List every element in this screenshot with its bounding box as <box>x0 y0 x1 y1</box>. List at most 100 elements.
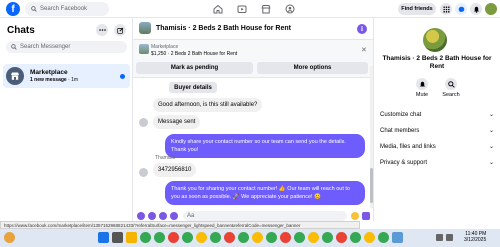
chat-members-label: Chat members <box>380 127 420 134</box>
taskbar-clock[interactable]: 11:40 PM 3/12/2025 <box>464 231 486 243</box>
messenger-search-input[interactable]: Search Messenger <box>6 41 127 53</box>
message-input[interactable]: Aa <box>183 211 347 221</box>
chats-sidebar: Chats Search Messenger Marketplace 1 new… <box>0 18 133 221</box>
sender-name: Thamisis <box>155 155 176 161</box>
weather-widget-icon[interactable] <box>4 232 15 243</box>
messenger-search-placeholder: Search Messenger <box>20 44 71 50</box>
info-icon[interactable]: i <box>357 24 367 34</box>
groups-icon[interactable] <box>278 3 302 15</box>
mark-as-pending-button[interactable]: Mark as pending <box>136 62 253 74</box>
mute-label: Mute <box>415 92 429 98</box>
home-icon[interactable] <box>206 3 230 15</box>
facebook-search-input[interactable]: Search Facebook <box>25 2 109 16</box>
more-options-icon[interactable] <box>96 24 108 36</box>
chrome-icon[interactable] <box>252 232 263 243</box>
taskbar-app-icon[interactable] <box>392 232 403 243</box>
conversation-panel: Thamisis · 2 Beds 2 Bath House for Rent … <box>133 18 373 221</box>
privacy-support-row[interactable]: Privacy & support ⌄ <box>380 159 494 167</box>
listing-banner-thumbnail <box>139 44 149 54</box>
notifications-bell-icon[interactable] <box>470 3 482 15</box>
video-icon[interactable] <box>230 3 254 15</box>
media-files-links-row[interactable]: Media, files and links ⌄ <box>380 143 494 151</box>
emoji-icon[interactable] <box>351 212 359 220</box>
listing-banner-label: Marketplace <box>151 44 179 50</box>
marketplace-shop-icon <box>6 67 24 85</box>
taskbar-search-icon[interactable] <box>112 232 123 243</box>
conversation-title[interactable]: Thamisis · 2 Beds 2 Bath House for Rent <box>156 25 291 32</box>
search-action[interactable]: Search <box>436 78 466 98</box>
chrome-icon[interactable] <box>154 232 165 243</box>
chevron-down-icon: ⌄ <box>488 112 494 118</box>
chrome-icon[interactable] <box>182 232 193 243</box>
chat-list-item-marketplace[interactable]: Marketplace 1 new message · 1m <box>3 64 130 88</box>
privacy-support-label: Privacy & support <box>380 159 428 166</box>
windows-taskbar <box>0 229 500 247</box>
messenger-icon[interactable] <box>455 3 467 15</box>
chevron-down-icon: ⌄ <box>488 128 494 134</box>
chrome-icon[interactable] <box>210 232 221 243</box>
buyer-details-button[interactable]: Buyer details <box>169 82 217 93</box>
listing-thumbnail[interactable] <box>139 22 151 34</box>
facebook-top-bar: f Search Facebook Find friends <box>0 0 500 18</box>
mute-action[interactable]: Mute <box>407 78 437 98</box>
chrome-icon[interactable] <box>196 232 207 243</box>
chrome-icon[interactable] <box>294 232 305 243</box>
search-icon <box>31 6 37 12</box>
message-list: Buyer details Good afternoon, is this st… <box>133 78 373 229</box>
message-incoming: Message sent <box>153 115 201 129</box>
chat-members-row[interactable]: Chat members ⌄ <box>380 127 494 135</box>
find-friends-button[interactable]: Find friends <box>398 3 436 15</box>
link-status-url: https://www.facebook.com/marketplace/ite… <box>0 221 360 229</box>
chrome-icon[interactable] <box>266 232 277 243</box>
facebook-search-placeholder: Search Facebook <box>40 6 88 12</box>
media-files-links-label: Media, files and links <box>380 143 436 150</box>
message-outgoing: Kindly share your contact number so our … <box>165 134 365 158</box>
facebook-logo[interactable]: f <box>6 2 20 16</box>
search-icon <box>445 78 457 90</box>
menu-grid-icon[interactable] <box>440 3 452 15</box>
customize-chat-row[interactable]: Customize chat ⌄ <box>380 111 494 119</box>
bell-icon <box>416 78 428 90</box>
search-label: Search <box>442 92 460 98</box>
message-outgoing: Thank you for sharing your contact numbe… <box>165 181 365 205</box>
chat-list-item-subtitle: 1 new message · 1m <box>30 77 79 83</box>
chrome-icon[interactable] <box>378 232 389 243</box>
profile-avatar[interactable] <box>485 3 497 15</box>
new-message-icon[interactable] <box>114 24 126 36</box>
more-options-button[interactable]: More options <box>257 62 368 74</box>
customize-chat-label: Customize chat <box>380 111 422 118</box>
chrome-icon[interactable] <box>350 232 361 243</box>
chrome-icon[interactable] <box>238 232 249 243</box>
chrome-icon[interactable] <box>168 232 179 243</box>
chrome-icon[interactable] <box>224 232 235 243</box>
listing-avatar <box>423 28 447 52</box>
chrome-icon[interactable] <box>280 232 291 243</box>
chrome-icon[interactable] <box>336 232 347 243</box>
chrome-icon[interactable] <box>322 232 333 243</box>
info-panel-title: Thamisis · 2 Beds 2 Bath House for Rent <box>382 55 492 70</box>
unread-dot <box>120 74 125 79</box>
chevron-down-icon: ⌄ <box>488 144 494 150</box>
sender-avatar <box>139 118 148 127</box>
message-incoming: 3472956810 <box>153 163 197 177</box>
close-icon[interactable]: ✕ <box>361 46 367 54</box>
voice-clip-icon[interactable] <box>137 212 145 220</box>
wifi-icon[interactable] <box>436 234 443 241</box>
thumbs-up-icon[interactable] <box>362 212 370 220</box>
volume-icon[interactable] <box>446 234 453 241</box>
photo-icon[interactable] <box>148 212 156 220</box>
chat-info-panel: Thamisis · 2 Beds 2 Bath House for Rent … <box>373 18 500 221</box>
marketplace-icon[interactable] <box>254 3 278 15</box>
chrome-icon[interactable] <box>140 232 151 243</box>
listing-banner-text[interactable]: $1,250 · 2 Beds 2 Bath House for Rent <box>151 51 237 57</box>
listing-banner: Marketplace $1,250 · 2 Beds 2 Bath House… <box>133 40 373 78</box>
message-incoming: Good afternoon, is this still available? <box>153 98 263 112</box>
search-icon <box>11 44 17 50</box>
start-menu-icon[interactable] <box>98 232 109 243</box>
file-explorer-icon[interactable] <box>126 232 137 243</box>
gif-icon[interactable] <box>170 212 178 220</box>
chrome-icon[interactable] <box>364 232 375 243</box>
conversation-header: Thamisis · 2 Beds 2 Bath House for Rent … <box>133 18 373 40</box>
sticker-icon[interactable] <box>159 212 167 220</box>
chrome-icon[interactable] <box>308 232 319 243</box>
